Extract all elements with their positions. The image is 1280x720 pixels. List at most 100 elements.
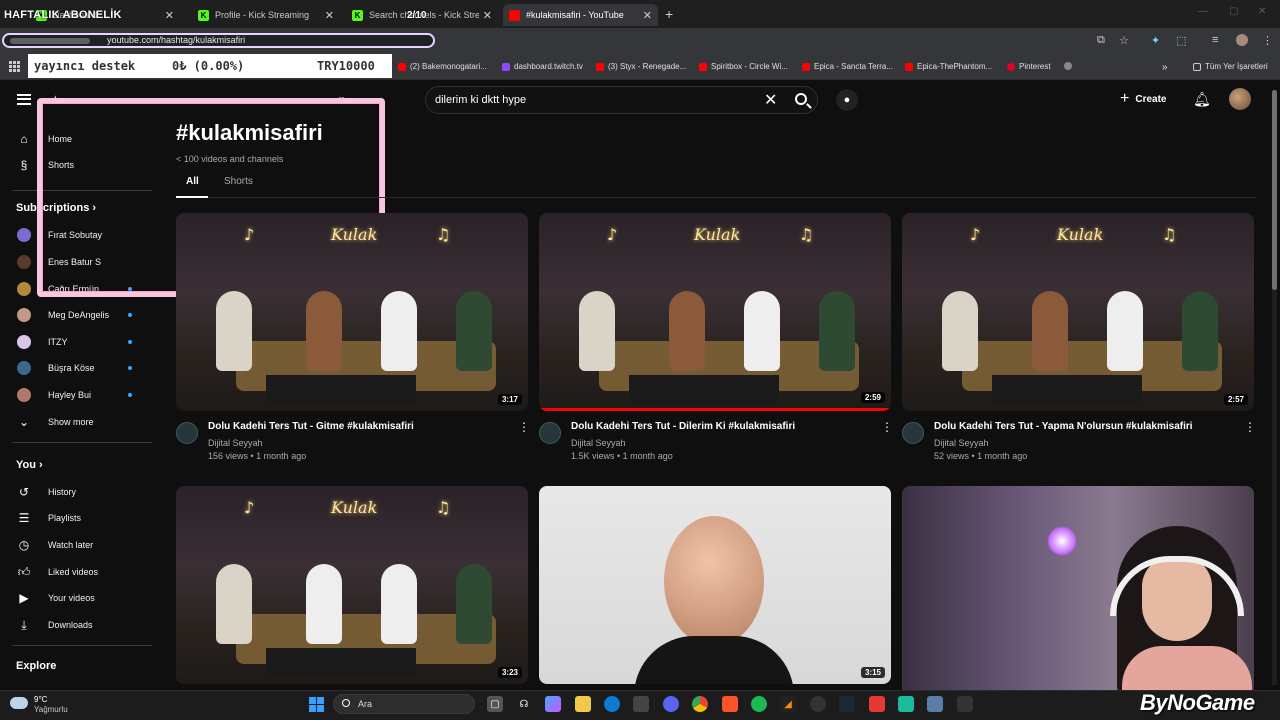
- bookmarks-overflow-chevron[interactable]: »: [1162, 62, 1168, 73]
- more-options-icon[interactable]: ⋮: [518, 420, 530, 434]
- bookmark-item[interactable]: Spiritbox - Circle Wi...: [699, 62, 788, 71]
- window-close-icon[interactable]: ✕: [1258, 6, 1266, 17]
- sidebar-item-subscription[interactable]: Büşra Köse: [0, 355, 160, 381]
- more-options-icon[interactable]: ⋮: [1244, 420, 1256, 434]
- bookmark-item[interactable]: Epica-ThePhantom...: [905, 62, 992, 71]
- globe-bookmark[interactable]: [1064, 62, 1076, 70]
- sidebar-item-subscription[interactable]: Hayley Bui: [0, 382, 160, 408]
- create-button[interactable]: + Create: [1120, 90, 1166, 108]
- menu-kebab-icon[interactable]: ⋮: [1262, 34, 1273, 47]
- close-icon[interactable]: ✕: [165, 9, 174, 22]
- copilot-app-icon[interactable]: [545, 696, 561, 712]
- spotify-icon[interactable]: [751, 696, 767, 712]
- copilot-icon[interactable]: ☊: [516, 696, 532, 712]
- video-thumbnail[interactable]: ♪ Kulak ♫ 2:57: [902, 213, 1254, 411]
- install-icon[interactable]: ⧉: [1097, 34, 1105, 47]
- video-title[interactable]: Dolu Kadehi Ters Tut - Yapma N'olursun #…: [934, 421, 1193, 432]
- sidebar-item-history[interactable]: ↺ History: [0, 479, 160, 505]
- channel-avatar[interactable]: [539, 422, 561, 444]
- sidebar-item-subscription[interactable]: Meg DeAngelis: [0, 302, 160, 328]
- steam-icon[interactable]: [839, 696, 855, 712]
- sidebar-item-subscription[interactable]: ITZY: [0, 329, 160, 355]
- video-thumbnail[interactable]: ♪ Kulak ♫ 3:17: [176, 213, 528, 411]
- bookmark-item[interactable]: (2) Bakemonogatari...: [398, 62, 487, 71]
- page-scrollbar[interactable]: [1272, 90, 1277, 685]
- duration-badge: 3:15: [860, 667, 885, 678]
- tab-all[interactable]: All: [186, 176, 199, 187]
- channel-name[interactable]: Dijital Seyyah: [571, 438, 626, 448]
- obs-icon[interactable]: [810, 696, 826, 712]
- sidebar-item-label: Downloads: [48, 620, 93, 630]
- apps-grid-icon[interactable]: [9, 61, 20, 72]
- bookmark-item[interactable]: Pinterest: [1007, 62, 1051, 71]
- sidebar-item-playlists[interactable]: ☰ Playlists: [0, 505, 160, 531]
- url-field[interactable]: youtube.com/hashtag/kulakmisafiri: [2, 33, 435, 48]
- discord-icon[interactable]: [663, 696, 679, 712]
- video-thumbnail[interactable]: ♪ Kulak ♫ 3:23: [176, 486, 528, 684]
- file-explorer-icon[interactable]: [575, 696, 591, 712]
- hamburger-menu-icon[interactable]: [17, 94, 31, 105]
- close-icon[interactable]: ✕: [643, 9, 652, 22]
- windows-start-icon[interactable]: [309, 697, 324, 712]
- brave-icon[interactable]: [722, 696, 738, 712]
- avatar: [17, 282, 31, 296]
- channel-avatar[interactable]: [902, 422, 924, 444]
- tab-kick-profile[interactable]: K Profile - Kick Streaming ✕: [192, 4, 340, 26]
- drum-neon-icon: ♫: [436, 225, 451, 244]
- video-title[interactable]: Dolu Kadehi Ters Tut - Dilerim Ki #kulak…: [571, 421, 795, 432]
- bookmark-item[interactable]: (3) Styx - Renegade...: [596, 62, 686, 71]
- drum-neon-icon: ♫: [799, 225, 814, 244]
- app-icon[interactable]: [957, 696, 973, 712]
- search-icon[interactable]: [795, 93, 807, 105]
- sidebar-item-show-more[interactable]: ⌄ Show more: [0, 409, 160, 435]
- notifications-bell-icon[interactable]: 🔔︎: [1193, 91, 1211, 108]
- bookmark-star-icon[interactable]: ☆: [1119, 34, 1129, 47]
- chrome-icon[interactable]: [692, 696, 708, 712]
- more-options-icon[interactable]: ⋮: [881, 420, 893, 434]
- bookmark-label: (2) Bakemonogatari...: [410, 62, 487, 71]
- new-tab-button[interactable]: +: [665, 6, 673, 22]
- avatar: [17, 335, 31, 349]
- edge-icon[interactable]: [604, 696, 620, 712]
- search-input[interactable]: dilerim ki dktt hype: [435, 94, 526, 106]
- tab-youtube[interactable]: #kulakmisafiri - YouTube ✕: [503, 4, 658, 26]
- clear-search-icon[interactable]: ✕: [764, 90, 777, 110]
- record-app-icon[interactable]: [869, 696, 885, 712]
- search-box[interactable]: dilerim ki dktt hype ✕: [425, 86, 818, 114]
- video-title[interactable]: Dolu Kadehi Ters Tut - Gitme #kulakmisaf…: [208, 421, 414, 432]
- video-thumbnail[interactable]: 3:15: [539, 486, 891, 684]
- close-icon[interactable]: ✕: [483, 9, 492, 22]
- store-icon[interactable]: [633, 696, 649, 712]
- channel-name[interactable]: Dijital Seyyah: [208, 438, 263, 448]
- drum-neon-icon: ♫: [1162, 225, 1177, 244]
- editor-app-icon[interactable]: ◢: [780, 696, 796, 712]
- channel-avatar[interactable]: [176, 422, 198, 444]
- extension-icon[interactable]: ✦: [1151, 34, 1160, 47]
- channel-name[interactable]: Dijital Seyyah: [934, 438, 989, 448]
- sidebar-item-your-videos[interactable]: ▶ Your videos: [0, 585, 160, 611]
- pinterest-icon: [1007, 62, 1015, 71]
- profile-avatar[interactable]: [1236, 34, 1248, 46]
- all-bookmarks[interactable]: Tüm Yer İşaretleri: [1193, 62, 1268, 71]
- sidebar-item-downloads[interactable]: ⤓ Downloads: [0, 612, 160, 638]
- minimize-icon[interactable]: —: [1198, 6, 1208, 17]
- bookmark-item[interactable]: Epica - Sancta Terra...: [802, 62, 893, 71]
- taskbar-search[interactable]: Ara: [333, 694, 475, 714]
- sidebar-item-liked-videos[interactable]: 👍︎ Liked videos: [0, 559, 160, 585]
- close-icon[interactable]: ✕: [325, 9, 334, 22]
- whatsapp-icon[interactable]: [898, 696, 914, 712]
- sidebar-item-watch-later[interactable]: ◷ Watch later: [0, 532, 160, 558]
- puzzle-icon[interactable]: ⬚: [1176, 34, 1186, 47]
- you-heading[interactable]: You ›: [16, 459, 43, 471]
- portrait-body: [634, 636, 794, 684]
- scrollbar-thumb[interactable]: [1272, 90, 1277, 290]
- microphone-icon[interactable]: ●: [836, 89, 858, 111]
- settings-gear-icon[interactable]: [927, 696, 943, 712]
- task-view-icon[interactable]: ▢: [487, 696, 503, 712]
- bookmark-item[interactable]: dashboard.twitch.tv: [502, 62, 583, 71]
- video-thumbnail[interactable]: ♪ Kulak ♫ 2:59: [539, 213, 891, 411]
- media-icon[interactable]: ≡: [1212, 34, 1218, 46]
- tab-shorts[interactable]: Shorts: [224, 176, 253, 187]
- maximize-icon[interactable]: ▢: [1229, 6, 1238, 17]
- account-avatar[interactable]: [1229, 88, 1251, 110]
